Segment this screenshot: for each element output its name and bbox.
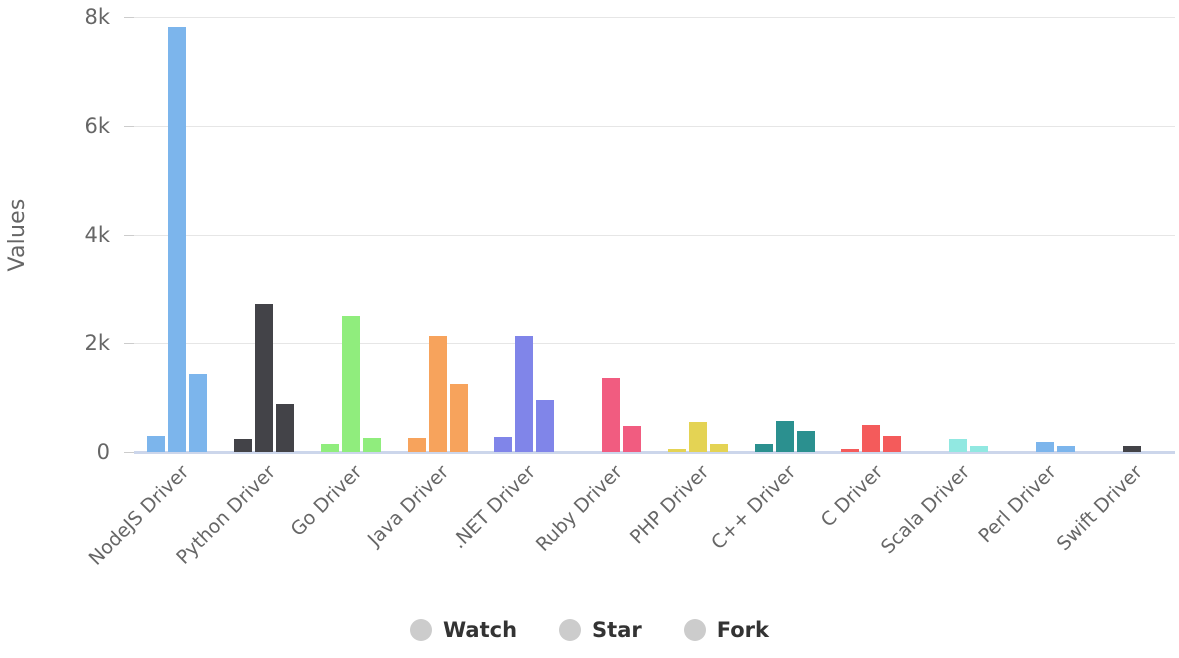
y-axis-tick-label: 4k	[84, 222, 110, 247]
legend-item-label: Fork	[716, 618, 769, 642]
bar[interactable]	[494, 436, 513, 452]
bar[interactable]	[841, 449, 860, 452]
bar[interactable]	[949, 438, 968, 452]
x-axis-tick-labels: NodeJS Driver Python Driver Go Driver Java …	[84, 455, 1175, 575]
legend-item-fork[interactable]: Fork	[683, 618, 769, 642]
y-axis-tick	[124, 452, 134, 453]
legend-circle-icon	[559, 619, 582, 641]
legend-item-label: Star	[592, 618, 642, 642]
bar[interactable]	[602, 377, 621, 452]
bar[interactable]	[168, 26, 187, 452]
bar[interactable]	[449, 384, 468, 452]
x-axis-label-slot: Ruby Driver	[532, 455, 655, 575]
bar[interactable]	[688, 422, 707, 452]
x-axis-label-slot: Java Driver	[364, 455, 481, 575]
bar[interactable]	[407, 438, 426, 452]
bar[interactable]	[320, 444, 339, 452]
bar[interactable]	[775, 421, 794, 452]
x-axis-label-slot: Scala Driver	[876, 455, 1002, 575]
y-axis-tick-label: 6k	[84, 113, 110, 138]
bar[interactable]	[515, 335, 534, 452]
x-axis-label-slot: .NET Driver	[448, 455, 568, 575]
gridline	[134, 125, 1175, 127]
bar[interactable]	[362, 438, 381, 452]
y-axis-tick-label: 2k	[84, 331, 110, 356]
legend-circle-icon	[410, 619, 432, 641]
x-axis-label-slot: Go Driver	[287, 455, 395, 575]
bar[interactable]	[709, 444, 728, 452]
bar[interactable]	[1035, 442, 1054, 452]
plot-area	[124, 17, 1175, 454]
y-axis-tick-label: 0	[96, 440, 110, 464]
x-axis-label-slot: C Driver	[816, 455, 915, 575]
y-axis-tick	[124, 17, 134, 18]
bar[interactable]	[667, 448, 686, 452]
bar[interactable]	[428, 335, 447, 452]
bar[interactable]	[754, 444, 773, 452]
x-axis-label-slot: Swift Driver	[1053, 455, 1175, 575]
bar[interactable]	[147, 436, 166, 452]
bar[interactable]	[970, 446, 989, 452]
bar[interactable]	[536, 400, 555, 452]
y-axis-tick	[124, 125, 134, 127]
bar[interactable]	[883, 436, 902, 452]
gridline	[134, 343, 1175, 345]
gridline	[134, 234, 1175, 236]
x-axis-label-slot: Python Driver	[172, 455, 308, 575]
x-axis-label-slot: C++ Driver	[707, 455, 828, 575]
legend-item-label: Watch	[443, 618, 518, 642]
y-axis-tick	[124, 343, 134, 345]
bar[interactable]	[1122, 446, 1141, 452]
bar[interactable]	[255, 304, 274, 452]
gridline	[134, 17, 1175, 18]
bar[interactable]	[1056, 446, 1075, 452]
bar[interactable]	[276, 404, 295, 452]
legend-circle-icon	[683, 619, 706, 641]
legend-item-star[interactable]: Star	[559, 618, 642, 642]
y-axis-tick-label: 8k	[84, 5, 110, 29]
legend-item-watch[interactable]: Watch	[410, 618, 517, 642]
bar[interactable]	[234, 438, 253, 452]
bar[interactable]	[623, 426, 642, 452]
y-axis-tick	[124, 234, 134, 236]
bar[interactable]	[189, 373, 208, 452]
chart-legend: Watch Star Fork	[0, 618, 1179, 642]
bar[interactable]	[796, 430, 815, 452]
bar-chart: Values 0 2k 4k 6k 8k NodeJS Driver Python Dri…	[0, 0, 1179, 658]
x-axis-label-slot: PHP Driver	[626, 455, 742, 575]
bar[interactable]	[341, 316, 360, 452]
bar[interactable]	[862, 424, 881, 452]
